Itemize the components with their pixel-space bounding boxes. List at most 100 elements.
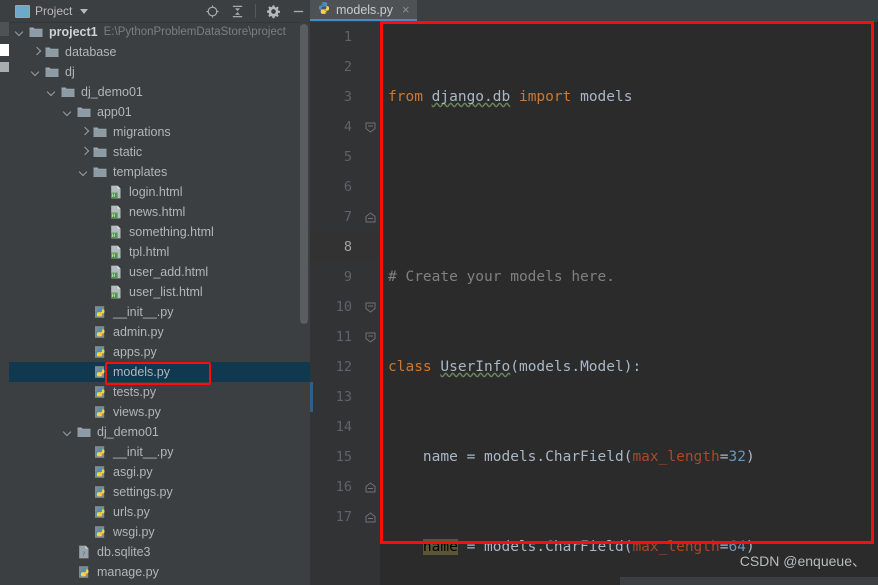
code-text[interactable]: from django.db import models # Create yo… (380, 22, 878, 585)
chevron-down-icon[interactable] (31, 67, 42, 78)
chevron-right-icon[interactable] (79, 147, 90, 158)
gutter-line-7[interactable]: 7 (310, 202, 380, 232)
fold-collapse-icon[interactable] (365, 331, 376, 343)
folder-icon (92, 164, 108, 180)
tree-row-label: wsgi.py (113, 525, 155, 539)
gutter-line-13[interactable]: 13 (310, 382, 380, 412)
minimize-icon[interactable] (291, 4, 306, 19)
tree-row-project1[interactable]: project1 E:\PythonProblemDataStore\projec… (9, 22, 310, 42)
tree-row-label: project1 (49, 25, 98, 39)
line-number: 16 (335, 479, 352, 495)
tree-row-apps-py[interactable]: apps.py (9, 342, 310, 362)
python-file-icon (76, 564, 92, 580)
python-file-icon (92, 344, 108, 360)
fold-expand-icon[interactable] (365, 511, 376, 523)
gutter-line-9[interactable]: 9 (310, 262, 380, 292)
tree-row-label: app01 (97, 105, 132, 119)
chevron-down-icon[interactable] (63, 427, 74, 438)
collapse-all-icon[interactable] (230, 4, 245, 19)
gutter-line-17[interactable]: 17 (310, 502, 380, 532)
tree-row-settings-py[interactable]: settings.py (9, 482, 310, 502)
tree-row-templates[interactable]: templates (9, 162, 310, 182)
gutter-line-15[interactable]: 15 (310, 442, 380, 472)
tree-no-arrow (95, 267, 106, 278)
fold-collapse-icon[interactable] (365, 121, 376, 133)
tree-row-models-py[interactable]: models.py (9, 362, 310, 382)
svg-text:H: H (112, 213, 115, 219)
chevron-down-icon[interactable] (80, 8, 89, 14)
gutter-line-4[interactable]: 4 (310, 112, 380, 142)
chevron-down-icon[interactable] (63, 107, 74, 118)
gutter-line-5[interactable]: 5 (310, 142, 380, 172)
gutter-line-10[interactable]: 10 (310, 292, 380, 322)
tree-row-asgi-py[interactable]: asgi.py (9, 462, 310, 482)
gutter-line-16[interactable]: 16 (310, 472, 380, 502)
code-editor[interactable]: 1 2 3 4 5 6 7 8 9 10 11 12 13 14 15 16 17 from django.db… (310, 22, 878, 585)
tree-row-tpl-html[interactable]: Htpl.html (9, 242, 310, 262)
gutter-line-14[interactable]: 14 (310, 412, 380, 442)
gutter-line-2[interactable]: 2 (310, 52, 380, 82)
close-icon[interactable]: × (402, 2, 410, 17)
tree-row-path: E:\PythonProblemDataStore\project (103, 26, 286, 38)
tree-row-manage-py[interactable]: manage.py (9, 562, 310, 582)
line-number: 4 (343, 119, 352, 135)
tree-row-user-add-html[interactable]: Huser_add.html (9, 262, 310, 282)
tree-no-arrow (79, 487, 90, 498)
gutter-line-11[interactable]: 11 (310, 322, 380, 352)
tree-row-dj-demo01[interactable]: dj_demo01 (9, 422, 310, 442)
gutter-line-1[interactable]: 1 (310, 22, 380, 52)
fold-expand-icon[interactable] (365, 481, 376, 493)
python-file-icon (92, 304, 108, 320)
fold-expand-icon[interactable] (365, 211, 376, 223)
project-tree[interactable]: project1 E:\PythonProblemDataStore\projec… (9, 22, 310, 585)
folder-icon (76, 104, 92, 120)
tree-row-views-py[interactable]: views.py (9, 402, 310, 422)
tree-row-wsgi-py[interactable]: wsgi.py (9, 522, 310, 542)
tree-row-admin-py[interactable]: admin.py (9, 322, 310, 342)
chevron-down-icon[interactable] (15, 27, 26, 38)
gutter-line-6[interactable]: 6 (310, 172, 380, 202)
sqlite-file-icon: ? (76, 544, 92, 560)
code-line-1: from django.db import models (388, 89, 633, 105)
tree-row-label: database (65, 45, 117, 59)
line-number-gutter[interactable]: 1 2 3 4 5 6 7 8 9 10 11 12 13 14 15 16 17 (310, 22, 380, 585)
line-number: 6 (343, 179, 352, 195)
chevron-down-icon[interactable] (79, 167, 90, 178)
tree-row-dj[interactable]: dj (9, 62, 310, 82)
python-file-icon (92, 524, 108, 540)
tree-row-tests-py[interactable]: tests.py (9, 382, 310, 402)
tree-row-dj-demo01[interactable]: dj_demo01 (9, 82, 310, 102)
tree-row-app01[interactable]: app01 (9, 102, 310, 122)
tree-row-static[interactable]: static (9, 142, 310, 162)
gutter-line-12[interactable]: 12 (310, 352, 380, 382)
tree-row-migrations[interactable]: migrations (9, 122, 310, 142)
tree-row-label: settings.py (113, 485, 173, 499)
tree-row-label: dj_demo01 (97, 425, 159, 439)
tree-row-db-sqlite3[interactable]: ? db.sqlite3 (9, 542, 310, 562)
gear-icon[interactable] (266, 4, 281, 19)
pycharm-window: Project project1 E:\PythonProblemDataSto… (0, 0, 878, 585)
fold-collapse-icon[interactable] (365, 301, 376, 313)
tree-row--init-py[interactable]: __init__.py (9, 442, 310, 462)
tree-row-login-html[interactable]: Hlogin.html (9, 182, 310, 202)
tab-models-py[interactable]: models.py × (310, 0, 417, 21)
editor-area: models.py × 1 2 3 4 5 6 7 8 9 10 11 12 13 14 15 16 17 fr… (310, 0, 878, 585)
chevron-right-icon[interactable] (31, 47, 42, 58)
tree-row-label: tests.py (113, 385, 157, 399)
toolbar-divider (255, 4, 256, 18)
locate-icon[interactable] (205, 4, 220, 19)
chevron-right-icon[interactable] (79, 127, 90, 138)
tree-row-label: __init__.py (113, 305, 174, 319)
chevron-down-icon[interactable] (47, 87, 58, 98)
tree-row-user-list-html[interactable]: Huser_list.html (9, 282, 310, 302)
gutter-line-3[interactable]: 3 (310, 82, 380, 112)
tree-row--init-py[interactable]: __init__.py (9, 302, 310, 322)
tree-row-database[interactable]: database (9, 42, 310, 62)
project-panel-title-group[interactable]: Project (15, 4, 89, 18)
editor-tab-bar: models.py × (310, 0, 878, 23)
tree-row-news-html[interactable]: Hnews.html (9, 202, 310, 222)
tree-row-label: dj_demo01 (81, 85, 143, 99)
gutter-line-8[interactable]: 8 (310, 232, 380, 262)
tree-row-something-html[interactable]: Hsomething.html (9, 222, 310, 242)
tree-row-urls-py[interactable]: urls.py (9, 502, 310, 522)
